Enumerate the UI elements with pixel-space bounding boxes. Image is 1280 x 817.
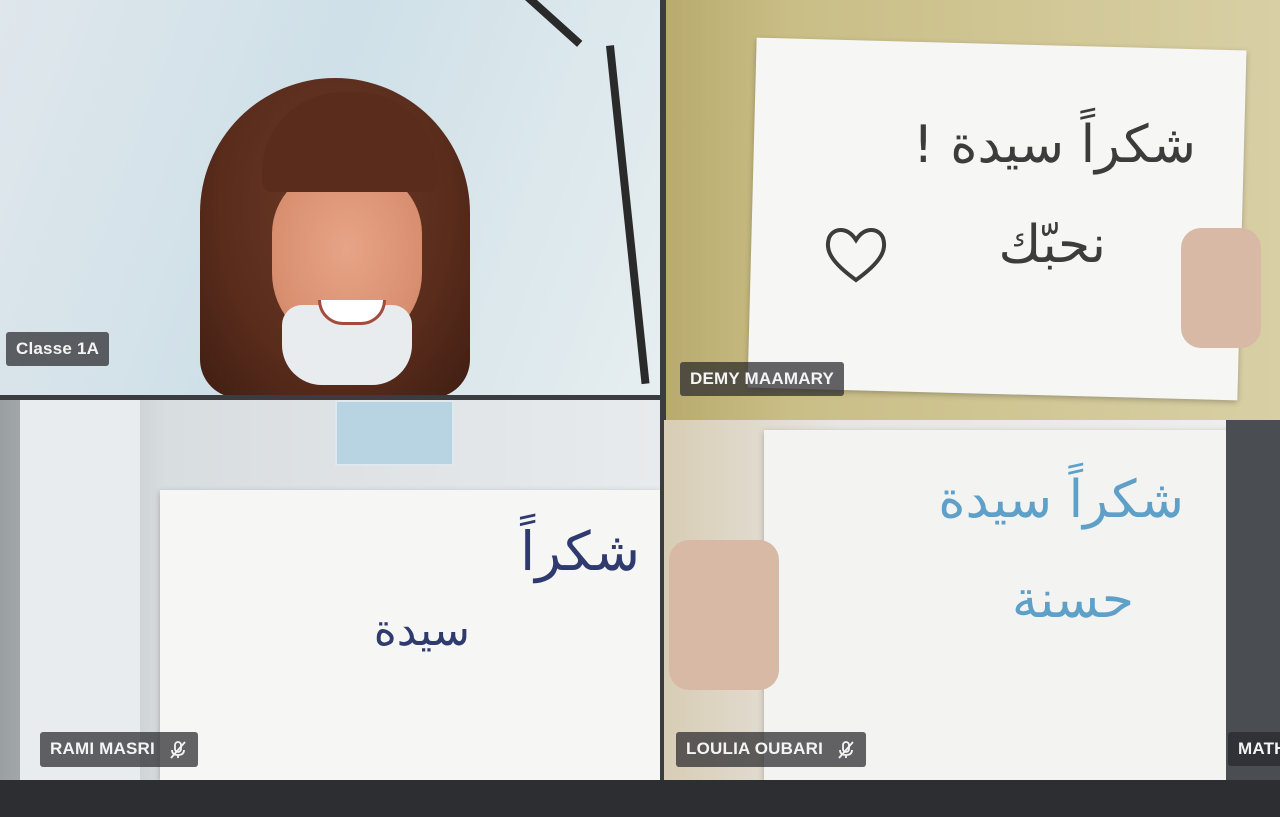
- background-frame: [525, 0, 583, 47]
- participant-name-tag: MATH: [1228, 732, 1280, 766]
- heart-icon: [825, 228, 887, 283]
- sign-text-line2: نحبّك: [998, 215, 1106, 275]
- background-picture: [335, 400, 454, 466]
- participant-hand: [1181, 228, 1261, 348]
- participant-name: LOULIA OUBARI: [686, 739, 824, 758]
- participant-name-tag: DEMY MAAMARY: [680, 362, 845, 396]
- video-tile-rami-masri[interactable]: شكراً سيدة RAMI MASRI: [0, 400, 660, 780]
- sign-text-line2: حسنة: [1011, 570, 1134, 630]
- background-frame: [606, 45, 650, 385]
- sign-text-line1: شكراً: [520, 520, 640, 583]
- video-tile-demy-maamary[interactable]: شكراً سيدة ! نحبّك DEMY MAAMARY: [666, 0, 1280, 420]
- participant-name: MATH: [1238, 739, 1280, 758]
- participant-name: DEMY MAAMARY: [690, 369, 835, 388]
- sign-text-line1: شكراً سيدة: [938, 470, 1184, 530]
- video-tile-loulia-oubari[interactable]: شكراً سيدة حسنة LOULIA OUBARI: [664, 420, 1250, 780]
- video-grid: Classe 1A شكراً سيدة ! نحبّك DEMY MAAMAR…: [0, 0, 1280, 817]
- participant-name-tag: LOULIA OUBARI: [676, 732, 866, 767]
- participant-name: RAMI MASRI: [50, 739, 155, 758]
- participant-name-tag: RAMI MASRI: [40, 732, 198, 767]
- sign-text-line1: شكراً سيدة !: [912, 115, 1196, 175]
- participant-name: Classe 1A: [16, 339, 100, 358]
- participant-name-tag: Classe 1A: [6, 332, 110, 366]
- mic-off-icon: [170, 740, 186, 759]
- video-tile-classe-1a[interactable]: Classe 1A: [0, 0, 660, 395]
- background-shelf: [20, 400, 140, 780]
- meeting-toolbar: [0, 780, 1280, 817]
- sign-text-line2: سيدة: [373, 605, 470, 656]
- mic-off-icon: [838, 740, 854, 759]
- video-tile-math[interactable]: MATH: [1226, 420, 1280, 780]
- participant-hand: [669, 540, 779, 690]
